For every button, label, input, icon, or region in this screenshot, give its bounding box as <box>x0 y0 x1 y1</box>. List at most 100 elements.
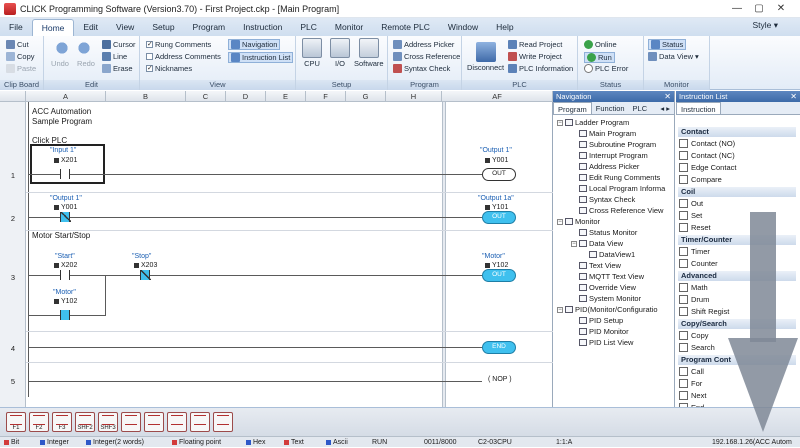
run-button[interactable]: Run <box>584 52 615 63</box>
instr-drum[interactable]: Drum <box>679 295 709 304</box>
column-header-e[interactable]: E <box>266 91 306 102</box>
tree-local-program-info[interactable]: Local Program Informa <box>579 184 665 193</box>
line-button[interactable]: Line <box>102 52 127 61</box>
maximize-button[interactable]: ▢ <box>752 2 766 16</box>
nop-instruction[interactable]: ( NOP ) <box>486 376 514 383</box>
io-button[interactable]: I/O <box>330 38 350 68</box>
instr-copy[interactable]: Copy <box>679 331 709 340</box>
minimize-button[interactable]: — <box>730 2 744 16</box>
rung-2-coil[interactable]: OUT <box>482 211 516 224</box>
fk-compare-button[interactable] <box>144 412 164 432</box>
column-header-af[interactable]: AF <box>442 91 553 102</box>
close-icon[interactable]: ✕ <box>664 91 671 102</box>
column-header-g[interactable]: G <box>346 91 386 102</box>
instr-timer[interactable]: Timer <box>679 247 710 256</box>
write-project-button[interactable]: Write Project <box>508 52 562 61</box>
collapse-icon[interactable]: − <box>571 240 577 247</box>
close-button[interactable]: ✕ <box>774 2 788 16</box>
tree-pid-list-view[interactable]: PID List View <box>579 338 633 347</box>
menu-remote-plc[interactable]: Remote PLC <box>372 19 439 36</box>
fk-less-button[interactable] <box>213 412 233 432</box>
column-header-c[interactable]: C <box>186 91 226 102</box>
tab-instruction[interactable]: Instruction <box>676 102 721 114</box>
address-picker-button[interactable]: Address Picker <box>393 40 454 49</box>
tree-status-monitor[interactable]: Status Monitor <box>579 228 637 237</box>
tree-data-view[interactable]: − Data View <box>571 239 623 248</box>
instr-shift-register[interactable]: Shift Regist <box>679 307 729 316</box>
rung-3-start-contact[interactable] <box>60 270 70 280</box>
plc-error-button[interactable]: PLC Error <box>584 64 628 73</box>
instr-out[interactable]: Out <box>679 199 703 208</box>
menu-help[interactable]: Help <box>487 19 522 36</box>
instr-contact-nc[interactable]: Contact (NC) <box>679 151 735 160</box>
rung-1-contact-no[interactable] <box>60 169 70 179</box>
status-monitor-toggle[interactable]: Status <box>648 39 687 50</box>
tree-syntax-check[interactable]: Syntax Check <box>579 195 635 204</box>
fk-greater-button[interactable] <box>190 412 210 432</box>
tree-address-picker[interactable]: Address Picker <box>579 162 639 171</box>
nicknames-checkbox[interactable]: ✓ Nicknames <box>146 64 192 73</box>
instruction-list-toggle[interactable]: Instruction List <box>228 52 294 63</box>
menu-plc[interactable]: PLC <box>291 19 326 36</box>
menu-instruction[interactable]: Instruction <box>234 19 291 36</box>
instr-for[interactable]: For <box>679 379 702 388</box>
menu-file[interactable]: File <box>0 19 32 36</box>
instr-next[interactable]: Next <box>679 391 706 400</box>
tab-program[interactable]: Program <box>553 102 592 114</box>
rung-3-coil[interactable]: OUT <box>482 269 516 282</box>
address-comments-checkbox[interactable]: Address Comments <box>146 52 221 61</box>
column-header-f[interactable]: F <box>306 91 346 102</box>
cross-reference-button[interactable]: Cross Reference <box>393 52 460 61</box>
fk-rising-edge-button[interactable]: SHF2 <box>75 412 95 432</box>
navigation-toggle[interactable]: Navigation <box>228 39 281 50</box>
software-button[interactable]: Software <box>354 38 384 68</box>
tree-ladder-program[interactable]: − Ladder Program <box>557 118 629 127</box>
column-header-h[interactable]: H <box>386 91 442 102</box>
instr-counter[interactable]: Counter <box>679 259 718 268</box>
instr-search[interactable]: Search <box>679 343 715 352</box>
tree-dataview1[interactable]: DataView1 <box>589 250 635 259</box>
category-contact[interactable]: Contact <box>678 127 796 137</box>
style-dropdown[interactable]: Style ▾ <box>752 20 778 31</box>
menu-monitor[interactable]: Monitor <box>326 19 372 36</box>
tree-main-program[interactable]: Main Program <box>579 129 636 138</box>
tab-scroll-arrows[interactable]: ◂ ▸ <box>656 102 674 114</box>
fk-falling-edge-button[interactable]: SHF3 <box>98 412 118 432</box>
cpu-button[interactable]: CPU <box>302 38 322 68</box>
tab-plc[interactable]: PLC <box>629 102 652 114</box>
syntax-check-button[interactable]: Syntax Check <box>393 64 450 73</box>
menu-setup[interactable]: Setup <box>143 19 183 36</box>
tree-cross-reference-view[interactable]: Cross Reference View <box>579 206 663 215</box>
menu-home[interactable]: Home <box>31 19 75 36</box>
tree-pid-monitor[interactable]: PID Monitor <box>579 327 629 336</box>
paste-button[interactable]: Paste <box>6 64 36 73</box>
close-icon[interactable]: ✕ <box>790 91 797 102</box>
instr-reset[interactable]: Reset <box>679 223 711 232</box>
instr-compare[interactable]: Compare <box>679 175 722 184</box>
plc-information-button[interactable]: PLC Information <box>508 64 573 73</box>
undo-button[interactable]: Undo <box>50 38 70 68</box>
menu-program[interactable]: Program <box>184 19 235 36</box>
rung-3-stop-contact[interactable] <box>140 270 151 280</box>
redo-button[interactable]: Redo <box>76 38 96 68</box>
collapse-icon[interactable]: − <box>557 218 563 225</box>
data-view-dropdown[interactable]: Data View ▾ <box>648 52 699 61</box>
online-button[interactable]: Online <box>584 40 617 49</box>
tree-monitor[interactable]: − Monitor <box>557 217 600 226</box>
cursor-button[interactable]: Cursor <box>102 40 136 49</box>
column-header-b[interactable]: B <box>106 91 186 102</box>
collapse-icon[interactable]: − <box>557 306 563 313</box>
instr-edge-contact[interactable]: Edge Contact <box>679 163 736 172</box>
disconnect-button[interactable]: Disconnect <box>467 42 504 72</box>
cut-button[interactable]: Cut <box>6 40 29 49</box>
fk-equal-button[interactable] <box>121 412 141 432</box>
tree-mqtt-text-view[interactable]: MQTT Text View <box>579 272 644 281</box>
fk-contact-nc-button[interactable]: F2 <box>29 412 49 432</box>
fk-edge-button[interactable]: F3 <box>52 412 72 432</box>
column-header-d[interactable]: D <box>226 91 266 102</box>
tree-pid[interactable]: − PID(Monitor/Configuratio <box>557 305 658 314</box>
end-instruction[interactable]: END <box>482 341 516 354</box>
tree-override-view[interactable]: Override View <box>579 283 636 292</box>
tree-system-monitor[interactable]: System Monitor <box>579 294 641 303</box>
tree-pid-setup[interactable]: PID Setup <box>579 316 623 325</box>
